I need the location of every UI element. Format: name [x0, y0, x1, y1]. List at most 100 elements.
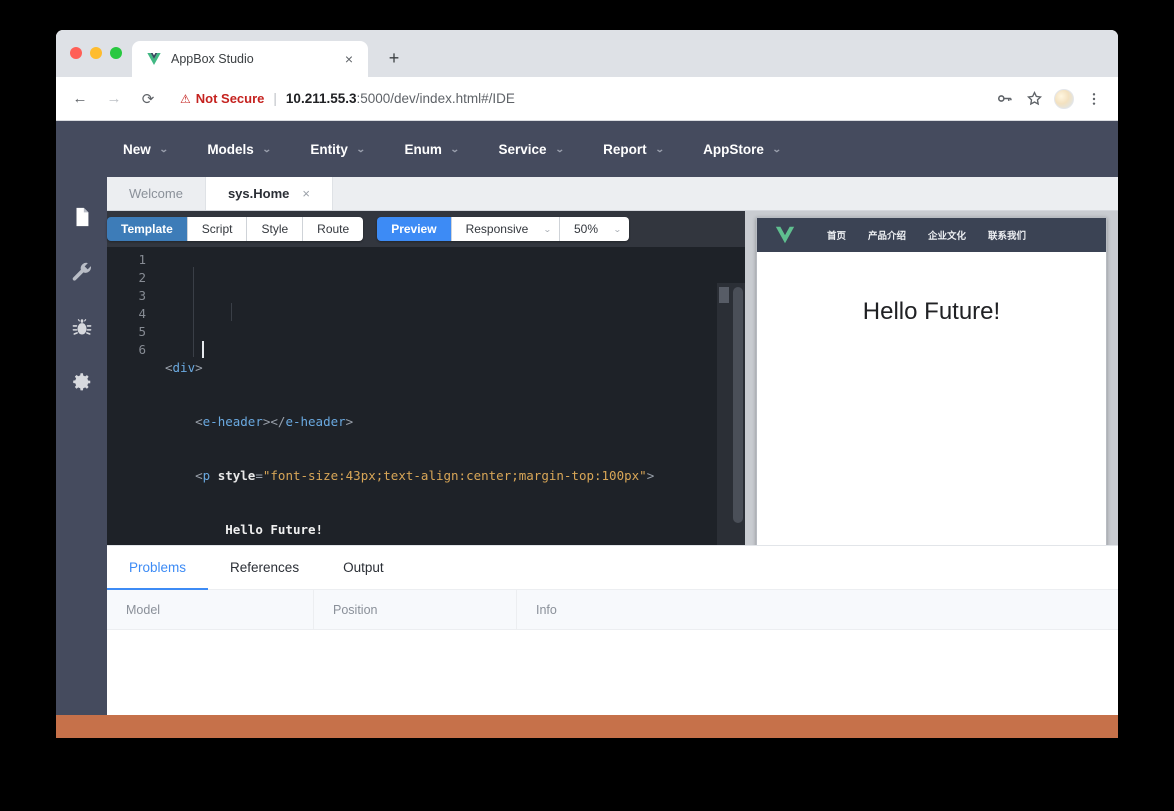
- line-number: 1: [138, 252, 146, 267]
- menu-appstore-label: AppStore: [703, 141, 764, 157]
- tab-references[interactable]: References: [208, 546, 321, 590]
- preview-site-nav: 首页 产品介绍 企业文化 联系我们: [757, 218, 1106, 252]
- line-number: 3: [138, 288, 146, 303]
- browser-titlebar: AppBox Studio × +: [56, 30, 1118, 77]
- browser-window: AppBox Studio × + ← → ⟳ ⚠ Not Secure | 1…: [56, 30, 1118, 738]
- menu-new[interactable]: New ⌄: [123, 141, 169, 157]
- maximize-window-button[interactable]: [110, 47, 122, 59]
- zoom-level-value: 50%: [573, 222, 599, 236]
- chevron-down-icon: ⌄: [771, 143, 782, 154]
- problems-table-header: Model Position Info: [107, 589, 1118, 630]
- view-mode-script[interactable]: Script: [187, 217, 248, 241]
- security-status-label[interactable]: Not Secure: [196, 91, 265, 106]
- code-line-3: <p style="font-size:43px;text-align:cent…: [195, 468, 655, 483]
- line-number: 2: [138, 270, 146, 285]
- preview-nav-link-culture[interactable]: 企业文化: [928, 228, 966, 242]
- gear-icon: [72, 372, 90, 390]
- menu-new-label: New: [123, 141, 151, 157]
- view-mode-route[interactable]: Route: [303, 217, 364, 241]
- chevron-down-icon: ⌄: [158, 143, 169, 154]
- browser-tab[interactable]: AppBox Studio ×: [132, 41, 368, 77]
- preview-body: Hello Future!: [757, 252, 1106, 560]
- editor-toolbar: Template Script Style Route Preview Resp…: [107, 211, 745, 247]
- editor-preview-split: Template Script Style Route Preview Resp…: [107, 211, 1118, 561]
- forward-button[interactable]: →: [100, 85, 128, 113]
- code-line-4: Hello Future!: [225, 522, 324, 537]
- not-secure-warning-icon: ⚠: [180, 91, 191, 106]
- address-bar[interactable]: ⚠ Not Secure | 10.211.55.3 :5000/dev/ind…: [180, 85, 990, 113]
- preview-nav-link-home[interactable]: 首页: [827, 228, 846, 242]
- line-number: 5: [138, 324, 146, 339]
- tab-sys-home-label: sys.Home: [227, 186, 290, 201]
- menu-models[interactable]: Models ⌄: [207, 142, 272, 157]
- wrench-icon: [72, 262, 91, 281]
- vue-v-logo-icon: [147, 53, 161, 65]
- tab-close-icon[interactable]: ×: [340, 50, 358, 68]
- menu-appstore[interactable]: AppStore ⌄: [703, 141, 782, 157]
- editor-vertical-scrollbar[interactable]: [731, 283, 745, 545]
- tab-welcome[interactable]: Welcome: [107, 177, 206, 210]
- back-button[interactable]: ←: [66, 85, 94, 113]
- menu-enum[interactable]: Enum ⌄: [404, 141, 459, 157]
- chevron-down-icon: ⌄: [613, 224, 622, 234]
- tab-close-icon[interactable]: ×: [302, 186, 310, 201]
- bottom-panel-tabs: Problems References Output: [107, 546, 1118, 590]
- app-menubar: New ⌄ Models ⌄ Entity ⌄ Enum ⌄ Service ⌄…: [56, 121, 1118, 177]
- code-editor[interactable]: 1 2 3 4 5 6 <div> <e-header></e-header> …: [107, 247, 745, 545]
- close-window-button[interactable]: [70, 47, 82, 59]
- chevron-down-icon: ⌄: [554, 143, 565, 154]
- menu-entity[interactable]: Entity ⌄: [310, 142, 365, 157]
- editor-minimap[interactable]: [717, 283, 731, 545]
- menu-service[interactable]: Service ⌄: [499, 142, 565, 157]
- column-header-model: Model: [107, 589, 314, 630]
- column-header-info: Info: [536, 602, 557, 617]
- preview-nav-link-contact[interactable]: 联系我们: [988, 228, 1026, 242]
- view-mode-template[interactable]: Template: [107, 217, 188, 241]
- code-content[interactable]: <div> <e-header></e-header> <p style="fo…: [155, 247, 745, 545]
- tab-sys-home[interactable]: sys.Home ×: [205, 177, 333, 210]
- chevron-down-icon: ⌄: [261, 143, 272, 154]
- line-number-gutter: 1 2 3 4 5 6: [107, 247, 155, 545]
- bottom-panel: Problems References Output Model Positio…: [107, 545, 1118, 738]
- preview-nav-links: 首页 产品介绍 企业文化 联系我们: [827, 228, 1026, 242]
- sidebar-item-debug[interactable]: [60, 299, 104, 354]
- omnibox-separator: |: [273, 91, 277, 106]
- view-mode-style[interactable]: Style: [247, 217, 304, 241]
- appbox-studio-app: New ⌄ Models ⌄ Entity ⌄ Enum ⌄ Service ⌄…: [56, 121, 1118, 738]
- menu-report[interactable]: Report ⌄: [603, 141, 664, 157]
- editor-pane: Template Script Style Route Preview Resp…: [107, 211, 745, 545]
- tab-output[interactable]: Output: [321, 546, 406, 590]
- minimize-window-button[interactable]: [90, 47, 102, 59]
- sidebar-item-tools[interactable]: [60, 244, 104, 299]
- column-header-position: Position: [314, 589, 517, 630]
- chevron-down-icon: ⌄: [543, 224, 552, 234]
- preview-nav-link-products[interactable]: 产品介绍: [868, 228, 906, 242]
- preview-control-group: Preview Responsive ⌄ 50% ⌄: [377, 217, 629, 241]
- tab-problems[interactable]: Problems: [107, 546, 209, 590]
- problems-table-body: [107, 630, 1118, 672]
- sidebar-item-explorer[interactable]: [60, 189, 104, 244]
- preview-heading: Hello Future!: [862, 298, 1001, 325]
- star-icon[interactable]: [1020, 85, 1048, 113]
- menu-report-label: Report: [603, 141, 647, 157]
- profile-avatar[interactable]: [1050, 85, 1078, 113]
- menu-enum-label: Enum: [404, 141, 442, 157]
- overflow-menu-icon[interactable]: [1080, 85, 1108, 113]
- text-cursor: [202, 341, 204, 358]
- vue-v-logo-icon: [775, 226, 795, 244]
- zoom-level-select[interactable]: 50% ⌄: [559, 217, 629, 241]
- editor-tab-strip: Welcome sys.Home ×: [107, 177, 1118, 211]
- key-icon[interactable]: [990, 85, 1018, 113]
- new-tab-button[interactable]: +: [382, 46, 406, 70]
- sidebar-item-settings[interactable]: [60, 354, 104, 409]
- main-region: Welcome sys.Home × Template Script Style: [107, 177, 1118, 738]
- window-traffic-lights: [70, 47, 122, 59]
- bug-icon: [72, 318, 91, 335]
- status-bar: [56, 715, 1118, 738]
- preview-button[interactable]: Preview: [377, 217, 452, 241]
- reload-button[interactable]: ⟳: [134, 85, 162, 113]
- url-host: 10.211.55.3: [285, 91, 357, 106]
- url-path: :5000/dev/index.html#/IDE: [356, 91, 515, 106]
- code-line-1: <div>: [165, 360, 203, 375]
- device-mode-select[interactable]: Responsive ⌄: [451, 217, 560, 241]
